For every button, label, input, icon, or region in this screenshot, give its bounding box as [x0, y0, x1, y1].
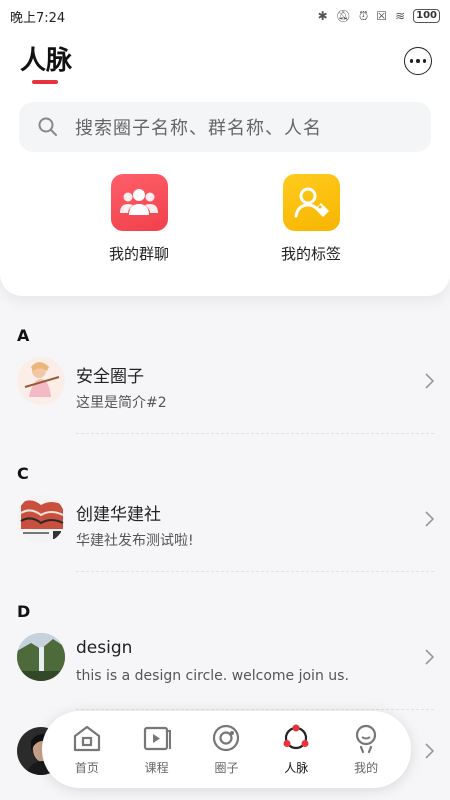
search-icon [38, 117, 57, 136]
alarm-icon: ⏰︎ [358, 8, 369, 23]
my-group-chats-button[interactable]: 我的群聊 [79, 174, 199, 264]
tab-label: 课程 [144, 761, 169, 775]
tab-courses[interactable]: 课程 [125, 723, 189, 776]
more-options-button[interactable] [404, 47, 432, 75]
tab-home[interactable]: 首页 [55, 723, 119, 776]
bottom-tab-bar: 首页 课程 圈子 人脉 我的 [42, 711, 411, 788]
mute-icon: 🔕︎ [335, 9, 351, 23]
list-item[interactable]: design this is a design circle. welcome … [0, 616, 450, 710]
header-card: 人脉 搜索圈子名称、群名称、人名 我的群聊 我的标签 [0, 32, 450, 296]
section-header-a: A [17, 326, 30, 345]
item-name: design [76, 638, 133, 658]
chevron-right-icon [425, 373, 434, 389]
tab-label: 我的 [354, 761, 379, 775]
search-placeholder: 搜索圈子名称、群名称、人名 [75, 118, 322, 139]
title-underline [32, 80, 58, 84]
status-time: 晚上7:24 [10, 10, 66, 26]
avatar [17, 633, 65, 681]
my-tags-button[interactable]: 我的标签 [251, 174, 371, 264]
search-bar[interactable]: 搜索圈子名称、群名称、人名 [19, 102, 431, 152]
section-header-c: C [17, 464, 29, 483]
item-description: this is a design circle. welcome join us… [76, 668, 349, 684]
tab-label: 圈子 [214, 761, 239, 775]
section-header-d: D [17, 602, 31, 621]
item-name: 安全圈子 [76, 367, 144, 387]
list-item[interactable]: 创建华建社 华建社发布测试啦! [0, 478, 450, 572]
tab-circles[interactable]: 圈子 [194, 723, 258, 776]
status-icons: ✱ 🔕︎ ⏰︎ ☒ ≋ 100 [318, 9, 440, 24]
chevron-right-icon [425, 649, 434, 665]
more-dot-icon [416, 59, 420, 63]
profile-icon [355, 724, 377, 753]
list-item[interactable]: 安全圈子 这里是简介#2 [0, 340, 450, 434]
item-description: 华建社发布测试啦! [76, 533, 194, 549]
tag-user-icon [282, 174, 340, 231]
chevron-right-icon [425, 743, 434, 759]
tab-network[interactable]: 人脉 [264, 723, 328, 776]
home-icon [73, 725, 100, 752]
chevron-right-icon [425, 511, 434, 527]
network-icon [283, 724, 309, 750]
tab-label: 人脉 [284, 761, 309, 775]
tab-profile[interactable]: 我的 [334, 723, 398, 776]
wifi-icon: ≋ [395, 9, 406, 23]
status-bar: 晚上7:24 ✱ 🔕︎ ⏰︎ ☒ ≋ 100 [0, 0, 450, 32]
tab-label: 首页 [74, 761, 99, 775]
avatar [17, 357, 65, 405]
battery-indicator: 100 [413, 9, 440, 23]
video-play-icon [143, 726, 171, 751]
circle-icon [213, 724, 240, 752]
shortcut-label: 我的群聊 [108, 245, 169, 263]
item-name: 创建华建社 [76, 505, 161, 525]
divider [76, 571, 434, 572]
group-chat-icon [110, 174, 168, 231]
sim-icon: ☒ [376, 9, 388, 23]
item-description: 这里是简介#2 [76, 395, 167, 411]
page-title: 人脉 [20, 46, 73, 76]
shortcut-label: 我的标签 [280, 245, 341, 263]
bluetooth-icon: ✱ [317, 9, 328, 23]
more-dot-icon [422, 59, 427, 63]
more-dot-icon [409, 59, 414, 63]
avatar [17, 495, 65, 543]
divider [76, 433, 434, 434]
